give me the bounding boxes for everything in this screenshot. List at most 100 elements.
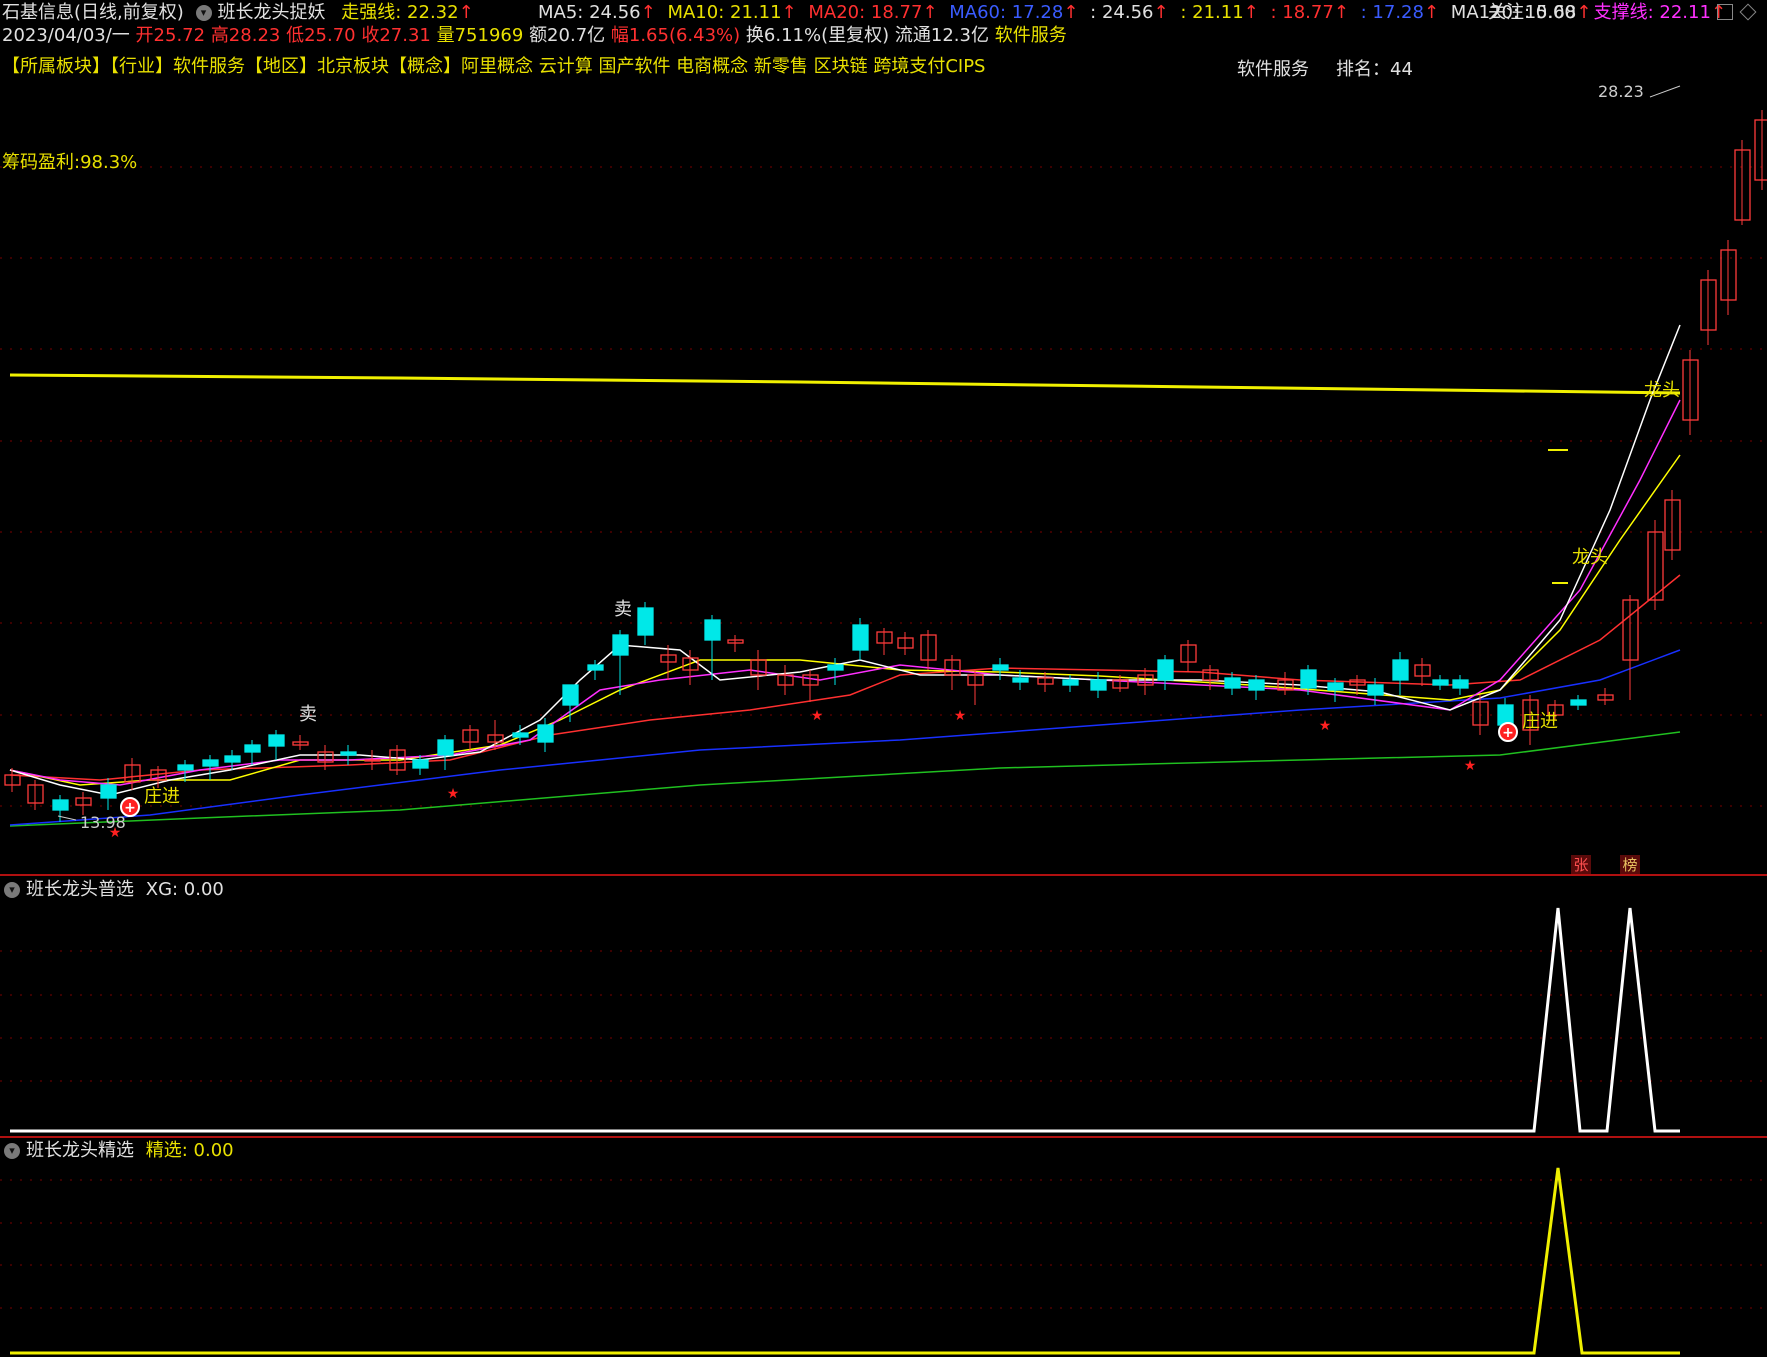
ma10-line (9, 454, 1681, 786)
quote-change: 幅1.65(6.43%) (610, 25, 741, 46)
candle-body (637, 607, 654, 636)
candle-body (1570, 699, 1587, 706)
candle-body (1090, 679, 1107, 691)
ma-readout: MA5: 24.56↑ MA10: 21.11↑ MA20: 18.77↑ MA… (538, 2, 1591, 24)
ma60b-value: : 17.28 (1360, 2, 1424, 23)
jingxuan-signal-line (10, 1167, 1680, 1355)
candle-body (1248, 679, 1265, 691)
candle-body (1432, 679, 1449, 686)
diamond-icon[interactable] (1739, 3, 1757, 21)
pointer-arrow (57, 815, 77, 821)
sell-signal-label: 卖 (299, 704, 317, 725)
stock-title[interactable]: 石基信息(日线,前复权) (2, 2, 184, 23)
longtou-label: 龙头 (1572, 547, 1608, 568)
sub1-chart[interactable] (0, 878, 1767, 1136)
quote-date: 2023/04/03/一 (2, 25, 130, 46)
low-price-label: 13.98 (80, 813, 126, 832)
industry-rank: 排名：44 (1336, 59, 1413, 80)
quote-high: 高28.23 (210, 25, 281, 46)
star-marker: ★ (1319, 718, 1332, 734)
arrow-up-icon: ↑ (1423, 2, 1440, 23)
ma60-value: MA60: 17.28 (949, 2, 1064, 23)
candle-body (244, 744, 261, 753)
ma20-value: MA20: 18.77 (808, 2, 923, 23)
price-chart[interactable]: ★★★ ★★★++ (0, 80, 1767, 875)
settings-icon[interactable] (1717, 4, 1733, 20)
candle-body (992, 664, 1009, 671)
candle-body (437, 739, 454, 756)
candle-body (177, 764, 194, 771)
candle-body (224, 755, 241, 763)
quote-volume: 量751969 (436, 25, 524, 46)
candle-body (1327, 682, 1344, 691)
candle-body (587, 664, 604, 671)
zhuangjin-label: 庄进 (1522, 711, 1558, 732)
plus-glyph: + (1502, 725, 1514, 741)
zhuangjin-label: 庄进 (144, 786, 180, 807)
quote-float-cap: 流通12.3亿 (894, 25, 989, 46)
arrow-up-icon: ↑ (458, 2, 474, 23)
candle-body (52, 799, 69, 811)
arrow-up-icon: ↑ (1243, 2, 1259, 23)
candle-body (852, 624, 869, 651)
arrow-up-icon: ↑ (640, 2, 656, 23)
longtou-label: 龙头 (1644, 380, 1680, 401)
arrow-up-icon: ↑ (922, 2, 938, 23)
candle-body (1452, 679, 1469, 689)
ma20b-value: : 18.77 (1270, 2, 1334, 23)
strong-line-value: 走强线: 22.32 (341, 2, 459, 23)
chip-profit: 筹码盈利:98.3% (2, 152, 138, 173)
zhang-badge[interactable]: 张 (1571, 855, 1591, 875)
bang-badge[interactable]: 榜 (1620, 855, 1640, 875)
support-value: 支撑线: 22.11 (1593, 2, 1711, 23)
quote-turnover: 换6.11%(里复权) (745, 25, 890, 46)
arrow-up-icon: ↑ (1063, 2, 1079, 23)
ma10b-value: : 21.11 (1180, 2, 1244, 23)
candle-body (1012, 677, 1029, 683)
candle-body (1062, 679, 1079, 686)
star-marker: ★ (811, 708, 824, 724)
quote-close: 收27.31 (361, 25, 431, 46)
star-marker: ★ (954, 708, 967, 724)
ma5-line (9, 324, 1681, 796)
sub2-chart[interactable] (0, 1138, 1767, 1357)
candle-body (827, 664, 844, 671)
quote-sector[interactable]: 软件服务 (995, 25, 1067, 46)
arrow-up-icon: ↑ (781, 2, 797, 23)
candle-body (612, 634, 629, 656)
sector-tags[interactable]: 【所属板块】【行业】软件服务【地区】北京板块【概念】阿里概念 云计算 国产软件 … (2, 56, 985, 78)
indicator-name[interactable]: 班长龙头捉妖 (218, 2, 326, 23)
arrow-up-icon: ↑ (1333, 2, 1349, 23)
candle-body (268, 734, 285, 747)
ma5b-value: : 24.56 (1090, 2, 1154, 23)
candle-body (100, 784, 117, 799)
quote-open: 开25.72 (135, 25, 206, 46)
ma5-value: MA5: 24.56 (538, 2, 641, 23)
header-right: 关注: 0.00 支撑线: 22.11↑ (1488, 2, 1726, 24)
quote-low: 低25.70 (286, 25, 356, 46)
candle-body (1300, 669, 1317, 689)
candle-body (1367, 684, 1384, 696)
candle-body (1392, 659, 1409, 681)
arrow-up-icon: ↑ (1153, 2, 1169, 23)
candle-body (1224, 677, 1241, 689)
ma-magenta-line (9, 399, 1681, 786)
quote-amount: 额20.7亿 (529, 25, 606, 46)
header-row-1: 石基信息(日线,前复权) ▾ 班长龙头捉妖 走强线: 22.32↑ (2, 2, 474, 24)
candle-body (1157, 659, 1174, 681)
panel-divider[interactable] (0, 874, 1767, 876)
candle-body (364, 759, 381, 762)
candle-body (512, 732, 529, 738)
candle-body (1754, 119, 1767, 181)
chevron-down-icon[interactable]: ▾ (195, 5, 212, 21)
pointer-arrow (1649, 85, 1681, 98)
quote-row: 2023/04/03/一 开25.72 高28.23 低25.70 收27.31… (2, 25, 1067, 47)
candle-body (704, 619, 721, 641)
star-marker: ★ (1464, 758, 1477, 774)
ma10-value: MA10: 21.11 (667, 2, 782, 23)
high-price-label: 28.23 (1598, 82, 1644, 101)
industry-label: 软件服务 (1237, 59, 1309, 80)
candle-body (1497, 704, 1514, 726)
candle-body (562, 684, 579, 706)
plus-glyph: + (124, 800, 136, 816)
